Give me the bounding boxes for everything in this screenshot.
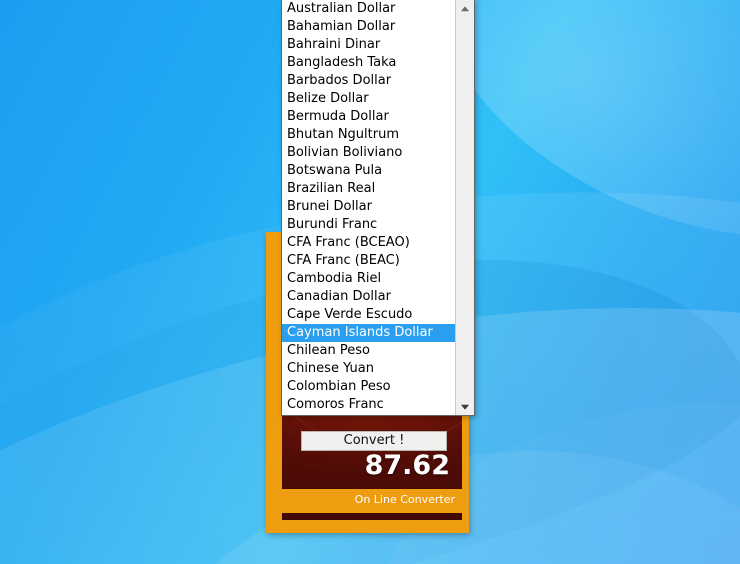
currency-option[interactable]: CFA Franc (BEAC) bbox=[282, 252, 455, 270]
currency-option[interactable]: Burundi Franc bbox=[282, 216, 455, 234]
currency-option[interactable]: Brazilian Real bbox=[282, 180, 455, 198]
currency-option-selected[interactable]: Cayman Islands Dollar bbox=[282, 324, 455, 342]
currency-option[interactable]: Bahamian Dollar bbox=[282, 18, 455, 36]
currency-option-list[interactable]: Australian Dollar Bahamian Dollar Bahraini… bbox=[282, 0, 455, 415]
currency-option[interactable]: CFA Franc (BCEAO) bbox=[282, 234, 455, 252]
currency-select-dropdown[interactable]: Australian Dollar Bahamian Dollar Bahraini… bbox=[281, 0, 475, 416]
triangle-down-icon bbox=[461, 404, 469, 410]
currency-option[interactable]: Cape Verde Escudo bbox=[282, 306, 455, 324]
scrollbar-up-button[interactable] bbox=[456, 0, 474, 17]
triangle-up-icon bbox=[461, 5, 469, 11]
currency-option[interactable]: Bermuda Dollar bbox=[282, 108, 455, 126]
currency-option[interactable]: Botswana Pula bbox=[282, 162, 455, 180]
currency-option[interactable]: Brunei Dollar bbox=[282, 198, 455, 216]
scrollbar-thumb[interactable] bbox=[457, 80, 474, 132]
convert-button[interactable]: Convert ! bbox=[301, 431, 447, 451]
currency-option[interactable]: Canadian Dollar bbox=[282, 288, 455, 306]
scrollbar-down-button[interactable] bbox=[456, 398, 474, 415]
currency-option[interactable]: Australian Dollar bbox=[282, 0, 455, 18]
currency-option[interactable]: Comoros Franc bbox=[282, 396, 455, 414]
currency-option[interactable]: Chinese Yuan bbox=[282, 360, 455, 378]
currency-option[interactable]: Colombian Peso bbox=[282, 378, 455, 396]
currency-option[interactable]: Bolivian Boliviano bbox=[282, 144, 455, 162]
currency-option[interactable]: Cambodia Riel bbox=[282, 270, 455, 288]
online-converter-link[interactable]: On Line Converter bbox=[282, 489, 462, 513]
currency-option[interactable]: Bhutan Ngultrum bbox=[282, 126, 455, 144]
currency-option[interactable]: Chilean Peso bbox=[282, 342, 455, 360]
online-converter-label: On Line Converter bbox=[354, 493, 455, 506]
currency-option[interactable]: Belize Dollar bbox=[282, 90, 455, 108]
dropdown-scrollbar[interactable] bbox=[455, 0, 474, 415]
currency-option[interactable]: Bahraini Dinar bbox=[282, 36, 455, 54]
conversion-result-value: 87.62 bbox=[364, 450, 450, 481]
currency-option[interactable]: Barbados Dollar bbox=[282, 72, 455, 90]
currency-option[interactable]: Bangladesh Taka bbox=[282, 54, 455, 72]
